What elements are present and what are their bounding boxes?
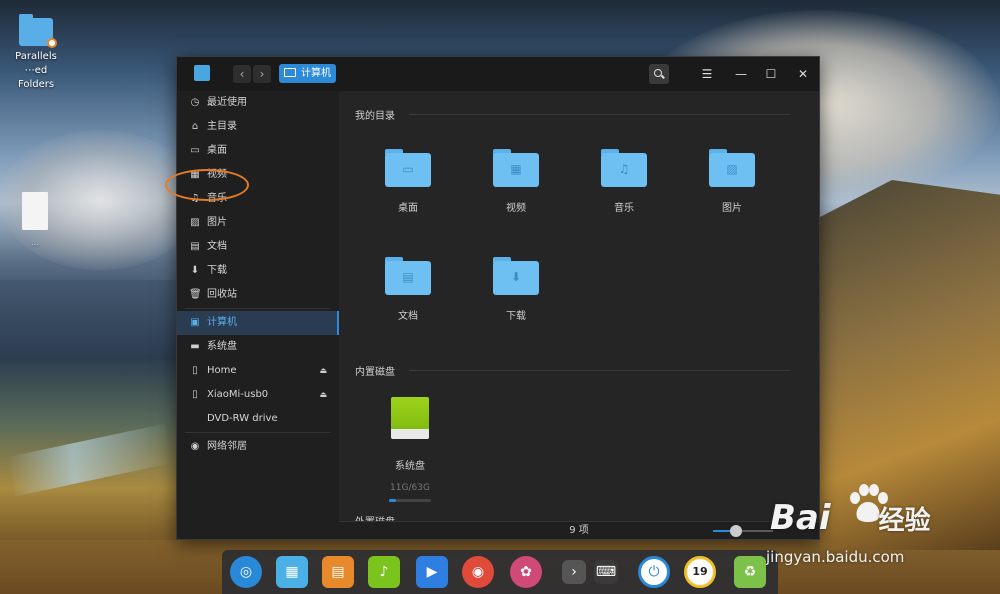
annotation-circle <box>165 169 249 201</box>
maximize-button[interactable]: ☐ <box>761 64 781 84</box>
folder-pictures[interactable]: ▨ 图片 <box>687 149 777 214</box>
sidebar-item-computer[interactable]: ▣ 计算机 <box>177 311 339 335</box>
sidebar-item-trash[interactable]: 🗑 回收站 <box>177 283 339 307</box>
folder-label: 音乐 <box>614 203 634 214</box>
folder-label: 文档 <box>398 311 418 322</box>
breadcrumb-label: 计算机 <box>301 68 331 79</box>
app-store-icon[interactable]: ▤ <box>322 556 354 588</box>
sidebar-item-downloads[interactable]: ⬇ 下载 <box>177 259 339 283</box>
sidebar-item-network[interactable]: ◉ 网络邻居 <box>177 435 339 459</box>
trash-icon: 🗑 <box>189 289 202 300</box>
shared-folder-icon <box>19 14 57 48</box>
document-icon: ▤ <box>190 241 200 252</box>
forward-button[interactable]: › <box>253 65 271 83</box>
chrome-icon[interactable]: ◉ <box>462 556 494 588</box>
sidebar-item-desktop[interactable]: ▭ 桌面 <box>177 139 339 163</box>
sidebar-divider <box>185 432 331 433</box>
main-content: 我的目录 ▭ 桌面 ▦ 视频 ♫ 音乐 ▨ 图片 ▤ 文档 ⬇ 下载 内置磁盘 <box>339 91 819 521</box>
clock-icon: ◷ <box>190 97 200 108</box>
desktop-folder-icon: ▭ <box>385 149 431 187</box>
baidu-jingyan-watermark: Bai 经验 jingyan.baidu.com <box>762 484 998 580</box>
download-folder-icon: ⬇ <box>493 257 539 295</box>
section-title-my-dirs: 我的目录 <box>355 111 395 122</box>
sidebar-item-home-drive[interactable]: ▯ Home ⏏ <box>177 359 339 383</box>
sidebar-item-home[interactable]: ⌂ 主目录 <box>177 115 339 139</box>
sidebar-item-usb[interactable]: ▯ XiaoMi-usb0 ⏏ <box>177 383 339 407</box>
disk-usage: 11G/63G <box>390 483 430 493</box>
folder-label: 图片 <box>722 203 742 214</box>
file-manager-logo-icon <box>194 65 210 81</box>
settings-icon[interactable]: ✿ <box>510 556 542 588</box>
sidebar-item-dvd[interactable]: DVD-RW drive <box>177 407 339 431</box>
section-title-external-disks: 外置磁盘 <box>355 513 395 521</box>
sidebar: ◷ 最近使用 ⌂ 主目录 ▭ 桌面 ▦ 视频 ♫ 音乐 ▨ 图片 ▤ 文档 ⬇ 下载 🗑 回收站 … <box>165 91 339 539</box>
section-divider <box>409 114 789 115</box>
section-title-internal-disks: 内置磁盘 <box>355 367 395 378</box>
desktop-item-label: … <box>31 238 39 247</box>
eject-icon[interactable]: ⏏ <box>319 383 327 407</box>
video-folder-icon: ▦ <box>493 149 539 187</box>
disk-label: 系统盘 <box>395 461 425 472</box>
zoom-slider-handle[interactable] <box>729 525 742 537</box>
back-button[interactable]: ‹ <box>233 65 251 83</box>
folder-music[interactable]: ♫ 音乐 <box>579 149 669 214</box>
drive-icon: ▯ <box>192 389 198 400</box>
computer-icon: ▣ <box>190 317 200 328</box>
folder-documents[interactable]: ▤ 文档 <box>363 257 453 322</box>
sidebar-item-system-disk[interactable]: ▬ 系统盘 <box>177 335 339 359</box>
picture-folder-icon: ▨ <box>709 149 755 187</box>
statusbar: 9 项 <box>339 521 819 539</box>
music-folder-icon: ♫ <box>601 149 647 187</box>
disk-icon <box>391 397 429 439</box>
network-icon: ◉ <box>190 441 200 452</box>
folder-desktop[interactable]: ▭ 桌面 <box>363 149 453 214</box>
launcher-icon[interactable]: ◎ <box>230 556 262 588</box>
expand-tray-icon[interactable]: › <box>562 560 586 584</box>
folder-downloads[interactable]: ⬇ 下载 <box>471 257 561 322</box>
video-player-icon[interactable]: ▶ <box>416 556 448 588</box>
sidebar-item-pictures[interactable]: ▨ 图片 <box>177 211 339 235</box>
keyboard-icon[interactable]: ⌨ <box>594 560 618 584</box>
desktop-shared-folders[interactable]: Parallels ⋯ed Folders <box>6 14 66 92</box>
file-manager-window: ‹ › 计算机 ☰ — ☐ ✕ ◷ 最近使用 ⌂ 主目录 ▭ 桌面 ▦ 视频 ♫ 音乐 ▨… <box>165 56 820 540</box>
dock: ◎ ▦ ▤ ♪ ▶ ◉ ✿ › ⌨ ⏻ 19 ♻ <box>222 550 778 594</box>
desktop-icon: ▭ <box>190 145 200 156</box>
file-manager-icon[interactable]: ▦ <box>276 556 308 588</box>
drive-icon: ▯ <box>192 365 198 376</box>
folder-videos[interactable]: ▦ 视频 <box>471 149 561 214</box>
disk-usage-bar <box>389 499 431 502</box>
home-icon: ⌂ <box>191 121 199 132</box>
section-divider <box>409 370 789 371</box>
folder-label: 下载 <box>506 311 526 322</box>
power-icon[interactable]: ⏻ <box>638 556 670 588</box>
computer-icon <box>284 68 296 77</box>
sidebar-divider <box>185 308 331 309</box>
desktop-item-label: Parallels <box>15 51 57 62</box>
sidebar-item-documents[interactable]: ▤ 文档 <box>177 235 339 259</box>
watermark-brand: Bai 经验 <box>770 498 931 538</box>
document-folder-icon: ▤ <box>385 257 431 295</box>
desktop-item-label: ⋯ed Folders <box>17 65 55 90</box>
sidebar-item-recent[interactable]: ◷ 最近使用 <box>177 91 339 115</box>
folder-label: 桌面 <box>398 203 418 214</box>
search-button[interactable] <box>649 64 669 84</box>
watermark-url: jingyan.baidu.com <box>766 548 905 566</box>
picture-icon: ▨ <box>190 217 200 228</box>
breadcrumb[interactable]: 计算机 <box>279 64 336 83</box>
disk-icon: ▬ <box>190 341 200 352</box>
desktop-document[interactable]: … <box>12 192 58 250</box>
titlebar: ‹ › 计算机 ☰ — ☐ ✕ <box>177 57 819 91</box>
close-button[interactable]: ✕ <box>793 64 813 84</box>
document-icon <box>22 192 48 230</box>
wallpaper-landscape <box>0 280 176 540</box>
download-icon: ⬇ <box>190 265 200 276</box>
clock-widget-icon[interactable]: 19 <box>684 556 716 588</box>
music-player-icon[interactable]: ♪ <box>368 556 400 588</box>
folder-label: 视频 <box>506 203 526 214</box>
minimize-button[interactable]: — <box>731 64 751 84</box>
menu-button[interactable]: ☰ <box>697 64 717 84</box>
eject-icon[interactable]: ⏏ <box>319 359 327 383</box>
